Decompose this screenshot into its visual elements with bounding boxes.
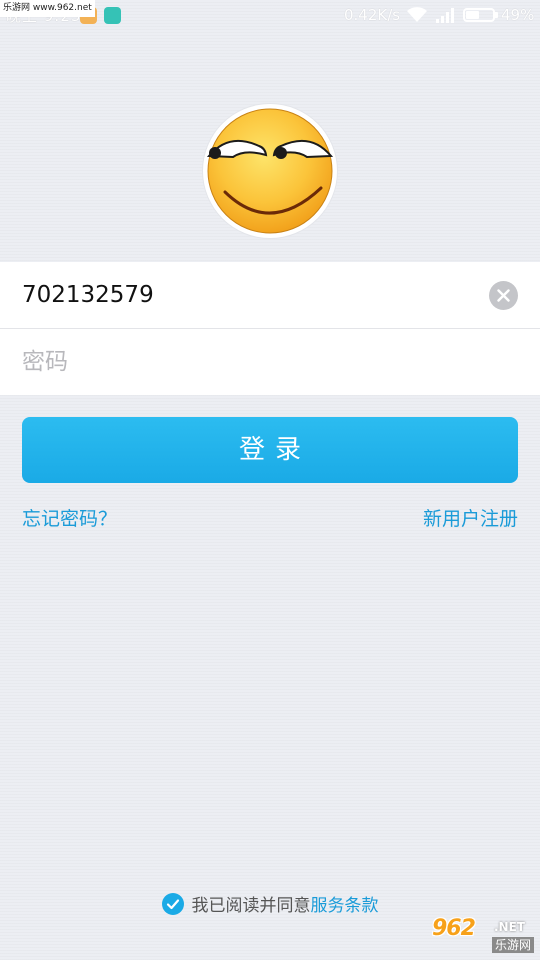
battery-percent: 49% xyxy=(501,6,535,24)
check-icon xyxy=(166,899,179,910)
watermark-bottom: 962 .NET 乐游网 xyxy=(432,916,536,958)
watermark-top: 乐游网 www.962.net xyxy=(0,0,95,17)
register-link[interactable]: 新用户注册 xyxy=(423,504,518,531)
cloud-app-icon xyxy=(104,7,121,24)
watermark-logo: 962 xyxy=(432,916,476,941)
battery-level-fill xyxy=(466,11,479,19)
watermark-net: .NET xyxy=(494,920,525,934)
forgot-password-link[interactable]: 忘记密码？ xyxy=(22,504,117,531)
account-row xyxy=(0,262,540,328)
wifi-icon xyxy=(407,7,427,22)
account-input[interactable] xyxy=(22,262,462,328)
battery-icon xyxy=(463,8,495,22)
clear-button[interactable] xyxy=(489,281,518,310)
login-button[interactable]: 登录 xyxy=(22,417,518,483)
watermark-sub: 乐游网 xyxy=(492,937,535,953)
battery-tip xyxy=(495,12,498,18)
password-input[interactable] xyxy=(22,329,462,395)
password-row xyxy=(0,329,540,395)
clear-icon xyxy=(497,289,510,302)
signal-icon xyxy=(436,8,454,23)
terms-link[interactable]: 服务条款 xyxy=(311,896,379,916)
network-speed: 0.42K/s xyxy=(344,6,401,24)
grinning-face-avatar-icon xyxy=(206,108,334,234)
agreement-checkbox[interactable] xyxy=(161,893,184,915)
agreement-text: 我已阅读并同意 xyxy=(191,896,311,916)
agreement: 我已阅读并同意服务条款 xyxy=(0,893,540,918)
avatar[interactable] xyxy=(203,104,337,238)
